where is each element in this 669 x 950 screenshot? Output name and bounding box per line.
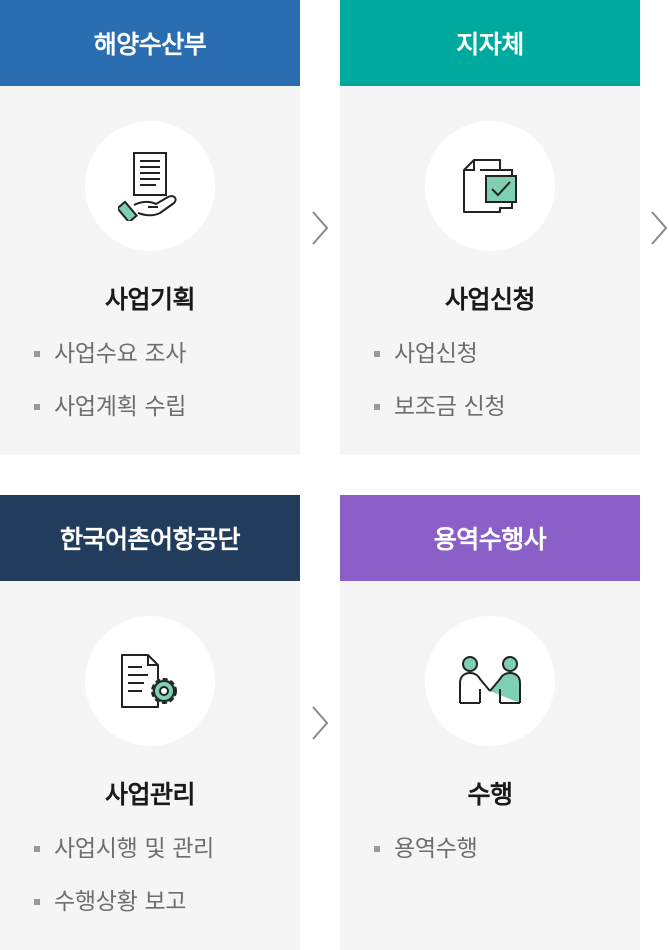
list-item: 수행상황 보고 bbox=[34, 884, 214, 937]
card-title: 사업신청 bbox=[444, 285, 536, 314]
icon-circle bbox=[85, 121, 215, 251]
card-local-government: 지자체 사업신청 사업신청 보조금 신청 bbox=[340, 0, 640, 455]
card-fira: 한국어촌어항공단 사업관리 사업시행 및 관리 수행상황 보고 bbox=[0, 495, 300, 950]
document-hand-icon bbox=[118, 152, 177, 221]
card-header: 한국어촌어항공단 bbox=[0, 495, 300, 581]
chevron-right-icon bbox=[651, 211, 668, 245]
item-list: 용역수행 bbox=[374, 831, 478, 884]
chevron-right-icon bbox=[312, 706, 329, 740]
card-title: 사업관리 bbox=[104, 780, 196, 809]
handshake-icon bbox=[459, 656, 521, 704]
document-check-icon bbox=[463, 159, 517, 213]
item-list: 사업시행 및 관리 수행상황 보고 bbox=[34, 831, 214, 937]
card-header: 지자체 bbox=[340, 0, 640, 86]
list-item: 보조금 신청 bbox=[374, 389, 506, 442]
card-header: 용역수행사 bbox=[340, 495, 640, 581]
icon-circle bbox=[425, 616, 555, 746]
chevron-right-icon bbox=[312, 211, 329, 245]
icon-circle bbox=[85, 616, 215, 746]
list-item: 사업수요 조사 bbox=[34, 336, 186, 389]
item-list: 사업수요 조사 사업계획 수립 bbox=[34, 336, 186, 442]
list-item: 사업시행 및 관리 bbox=[34, 831, 214, 884]
list-item: 사업계획 수립 bbox=[34, 389, 186, 442]
card-title: 수행 bbox=[467, 780, 513, 809]
icon-circle bbox=[425, 121, 555, 251]
document-gear-icon bbox=[121, 654, 177, 708]
card-mof: 해양수산부 사업기획 사업수요 조사 사업계획 수립 bbox=[0, 0, 300, 455]
card-header: 해양수산부 bbox=[0, 0, 300, 86]
item-list: 사업신청 보조금 신청 bbox=[374, 336, 506, 442]
card-contractor: 용역수행사 수행 용역수행 bbox=[340, 495, 640, 950]
list-item: 사업신청 bbox=[374, 336, 505, 389]
card-title: 사업기획 bbox=[104, 285, 196, 314]
list-item: 용역수행 bbox=[374, 831, 478, 884]
